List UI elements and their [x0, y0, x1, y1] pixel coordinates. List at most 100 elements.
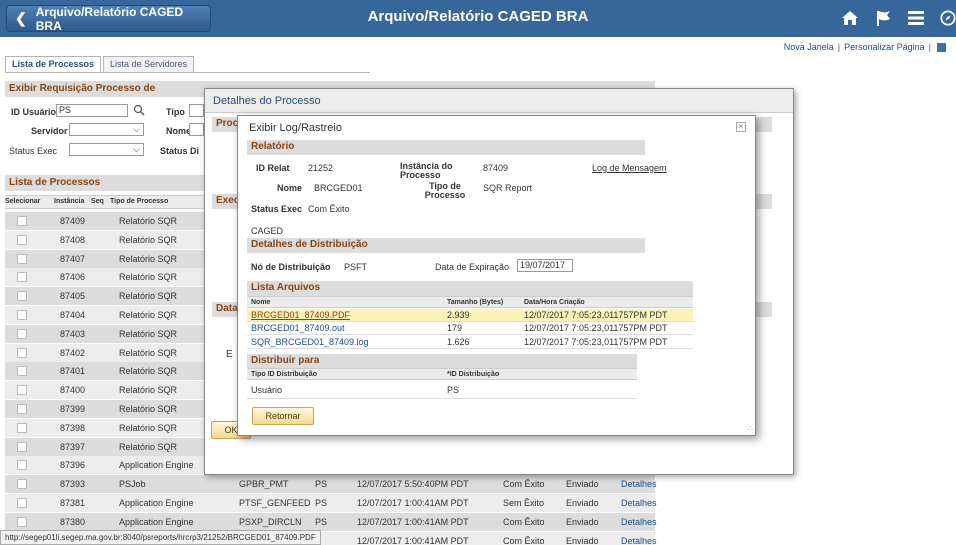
details-link[interactable]: Detalhes	[621, 517, 657, 527]
distribute-columns: Tipo ID Distribuição *ID Distribuição	[247, 368, 637, 380]
distribute-type: Usuário	[251, 385, 283, 395]
distribution-node-value: PSFT	[344, 262, 368, 272]
compass-icon[interactable]	[940, 5, 956, 31]
process-type: Relatório SQR	[119, 366, 178, 377]
process-row: 87381 Application Engine PTSF_GENFEED PS 12/…	[5, 494, 657, 512]
home-icon[interactable]	[840, 5, 860, 31]
column-header: Instância	[54, 198, 85, 205]
row-checkbox[interactable]	[17, 385, 27, 396]
process-type: Relatório SQR	[119, 216, 178, 226]
status-exec-select[interactable]: ⌵	[69, 143, 144, 156]
file-list-section-header: Lista Arquivos	[247, 281, 693, 296]
row-checkbox[interactable]	[17, 479, 27, 490]
link-separator: |	[837, 42, 841, 52]
back-button[interactable]: ❮ Arquivo/Relatório CAGED BRA	[6, 5, 211, 33]
process-type: Relatório SQR	[119, 310, 178, 320]
process-instance: 87397	[60, 441, 86, 452]
row-checkbox[interactable]	[17, 310, 27, 320]
run-status: Com Êxito	[503, 535, 545, 545]
tab-divider	[5, 72, 370, 73]
process-instance-label: Instância do Processo	[400, 161, 453, 180]
details-link[interactable]: Detalhes	[621, 536, 657, 545]
row-checkbox[interactable]	[17, 498, 27, 508]
process-instance-value: 87409	[483, 163, 509, 173]
exec-label: E	[226, 349, 233, 360]
distribution-section-header: Detalhes de Distribuição	[247, 238, 645, 253]
process-type: Relatório SQR	[119, 441, 178, 452]
file-row: SQR_BRCGED01_87409.log 1.626 12/07/2017 …	[247, 336, 693, 349]
name-input[interactable]	[189, 123, 204, 136]
process-row: 87380 Application Engine PSXP_DIRCLN PS 12/0…	[5, 512, 657, 531]
process-type: Application Engine	[119, 498, 194, 508]
page-links: Nova Janela | Personalizar Página |	[784, 42, 946, 52]
column-header: Nome	[251, 299, 271, 306]
process-type: Relatório SQR	[119, 385, 178, 396]
new-window-link[interactable]: Nova Janela	[784, 42, 834, 52]
process-type: Relatório SQR	[119, 347, 178, 358]
file-link[interactable]: BRCGED01_87409.PDF	[251, 310, 350, 320]
file-size: 2.939	[447, 310, 470, 320]
row-checkbox[interactable]	[17, 347, 27, 358]
flag-icon[interactable]	[874, 5, 894, 31]
file-link[interactable]: SQR_BRCGED01_87409.log	[251, 337, 369, 347]
process-instance: 87399	[60, 404, 86, 414]
row-checkbox[interactable]	[17, 422, 27, 433]
row-checkbox[interactable]	[17, 234, 27, 245]
message-log-link[interactable]: Log de Mensagem	[592, 163, 667, 173]
row-checkbox[interactable]	[17, 366, 27, 377]
tab-server-list[interactable]: Lista de Servidores	[103, 56, 195, 72]
close-icon[interactable]: ×	[736, 122, 746, 132]
personalize-page-link[interactable]: Personalizar Página	[844, 42, 925, 52]
process-user: PS	[315, 498, 328, 508]
row-checkbox[interactable]	[17, 460, 27, 471]
row-checkbox[interactable]	[17, 253, 27, 264]
process-type: Relatório SQR	[119, 253, 178, 264]
row-checkbox[interactable]	[17, 516, 27, 527]
column-header: Tipo de Processo	[110, 198, 169, 205]
server-select[interactable]: ⌵	[69, 123, 144, 136]
user-id-input[interactable]: PS	[56, 104, 128, 117]
help-icon[interactable]	[937, 42, 946, 52]
details-link[interactable]: Detalhes	[621, 479, 657, 489]
row-checkbox[interactable]	[17, 216, 27, 226]
server-label: Servidor	[31, 126, 68, 136]
process-type: Application Engine	[119, 460, 194, 471]
file-link[interactable]: BRCGED01_87409.out	[251, 323, 345, 333]
process-type-value: SQR Report	[483, 183, 533, 193]
search-icon[interactable]	[133, 104, 145, 118]
distribute-id: PS	[447, 385, 460, 395]
tab-process-list[interactable]: Lista de Processos	[5, 56, 102, 72]
column-header: *ID Distribuição	[447, 371, 500, 378]
return-button[interactable]: Retornar	[252, 407, 314, 425]
details-link[interactable]: Detalhes	[621, 498, 657, 508]
resize-grip-icon[interactable]: ∴	[748, 424, 753, 433]
process-instance: 87396	[60, 460, 86, 471]
process-instance: 87406	[60, 272, 86, 283]
type-select[interactable]	[189, 104, 204, 117]
column-header: Seq	[91, 198, 104, 205]
row-checkbox[interactable]	[17, 404, 27, 414]
row-checkbox[interactable]	[17, 441, 27, 452]
file-size: 179	[447, 323, 463, 333]
process-instance: 87380	[60, 516, 86, 527]
status-exec-label: Status Exec	[9, 146, 58, 156]
user-id-label: ID Usuário	[11, 107, 57, 117]
process-instance: 87400	[60, 385, 86, 396]
process-instance: 87407	[60, 253, 86, 264]
process-name: GPBR_PMT	[239, 479, 289, 490]
expiry-date-value: 19/07/2017	[517, 259, 573, 272]
distribution-node-label: Nó de Distribuição	[251, 262, 331, 272]
link-separator: |	[928, 42, 931, 52]
column-header: Data/Hora Criação	[524, 299, 585, 306]
menu-icon[interactable]	[907, 5, 925, 31]
row-checkbox[interactable]	[17, 328, 27, 339]
process-instance: 87393	[60, 479, 86, 490]
process-instance: 87404	[60, 310, 86, 320]
distribution-status: Enviado	[566, 498, 599, 508]
column-header: Tamanho (Bytes)	[447, 299, 504, 306]
row-checkbox[interactable]	[17, 291, 27, 302]
type-label: Tipo	[166, 107, 185, 117]
process-instance: 87402	[60, 347, 86, 358]
row-checkbox[interactable]	[17, 272, 27, 283]
process-type: Relatório SQR	[119, 328, 178, 339]
